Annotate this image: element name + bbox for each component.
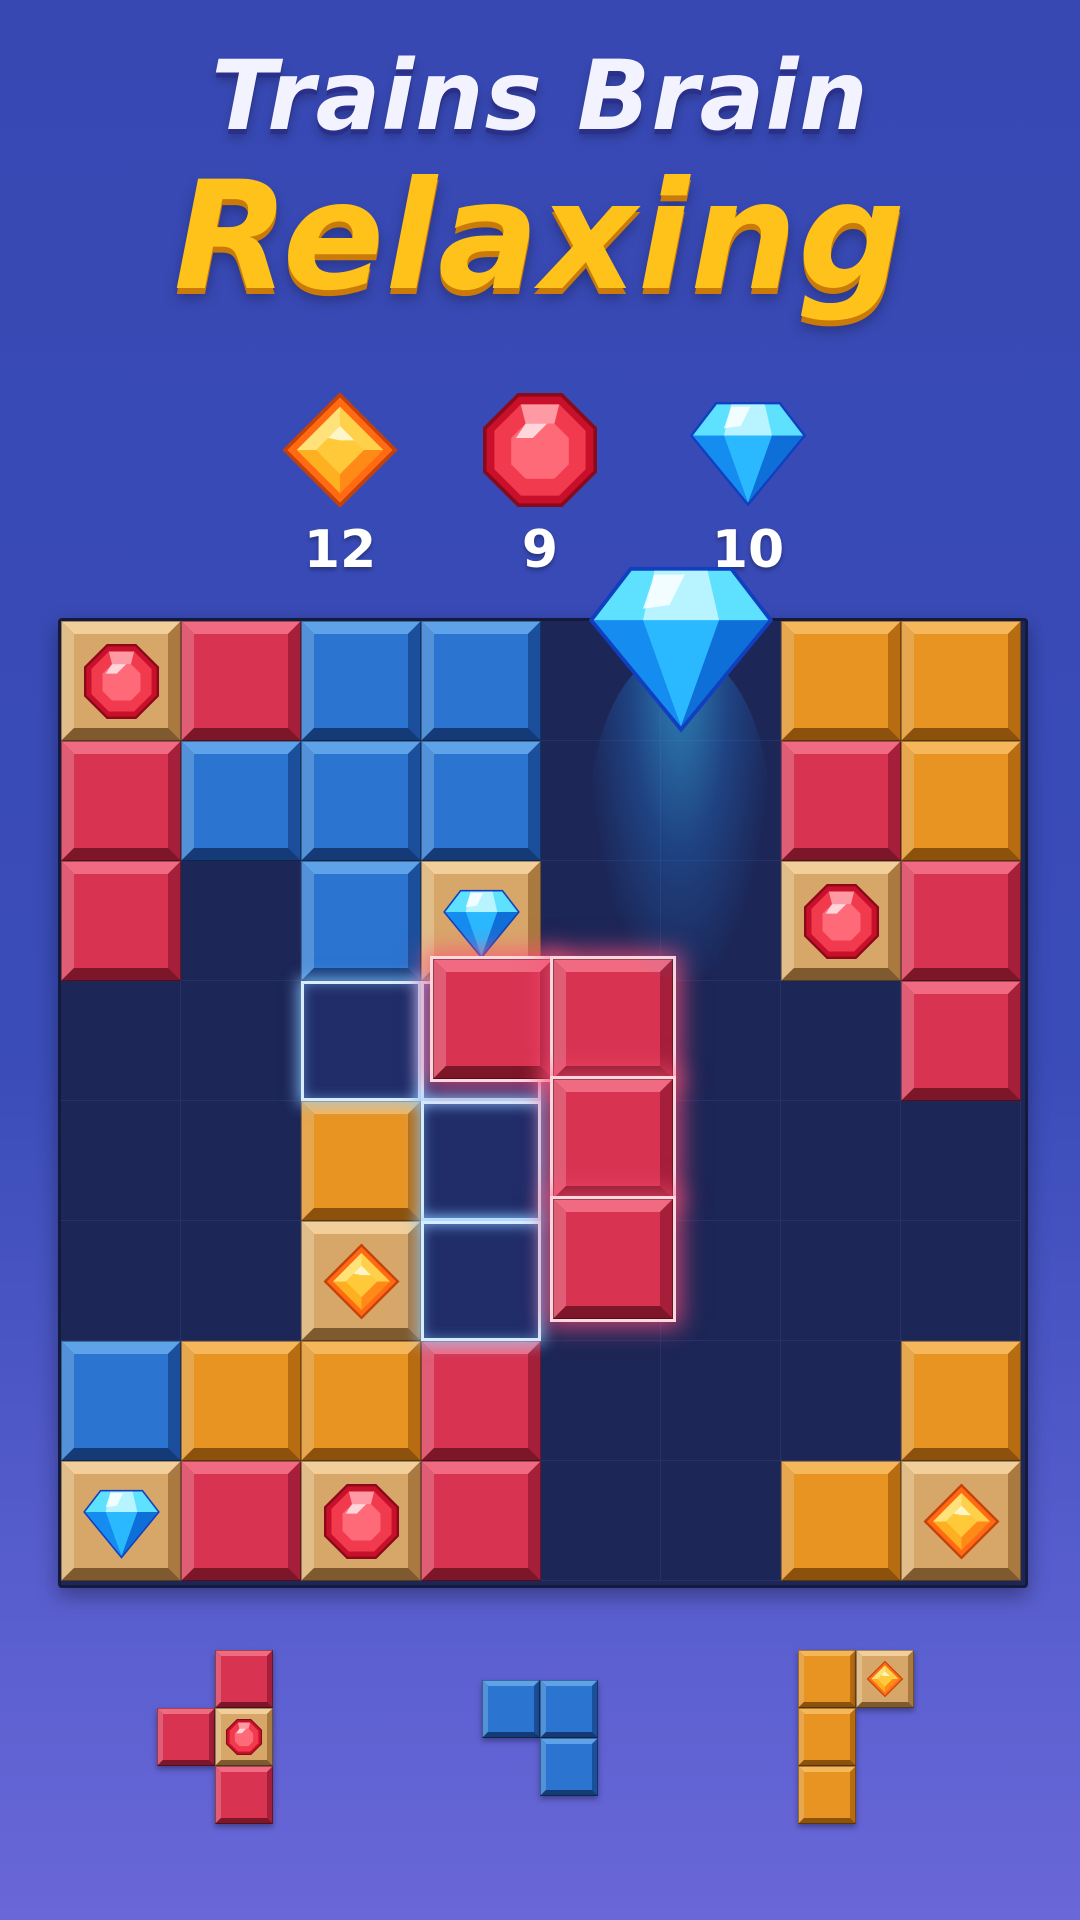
blue-block [540,1680,598,1738]
red-block [421,1461,541,1581]
board-cell[interactable] [661,1101,781,1221]
blue-diamond-icon [678,390,818,510]
orange-gem-goal: 12 [270,390,410,580]
title-line-2: Relaxing [173,150,907,324]
board-cell[interactable] [541,1341,661,1461]
blue-block [61,1341,181,1461]
collected-blue-diamond-icon [586,548,776,742]
board-cell[interactable] [61,1101,181,1221]
blue-block [301,861,421,981]
board-cell[interactable] [781,1341,901,1461]
orange-block [781,621,901,741]
placement-hint-cell [421,1221,541,1341]
board-cell[interactable] [661,1461,781,1581]
dragging-red-block[interactable] [550,1196,676,1322]
orange-block [901,1341,1021,1461]
red-block [157,1708,215,1766]
orange-block [901,621,1021,741]
placement-hint-cell [301,981,421,1101]
blue-gem-block [61,1461,181,1581]
board-cell[interactable] [181,861,301,981]
red-gem-block [781,861,901,981]
red-block [181,1461,301,1581]
red-block [61,741,181,861]
game-board[interactable] [58,618,1028,1588]
board-cell[interactable] [661,1221,781,1341]
board-cell[interactable] [661,981,781,1101]
blue-block [421,621,541,741]
board-cell[interactable] [181,1101,301,1221]
red-gem-block [215,1708,273,1766]
board-cell[interactable] [781,1221,901,1341]
orange-gem-block [901,1461,1021,1581]
board-cell[interactable] [781,1101,901,1221]
blue-block [540,1738,598,1796]
orange-block [181,1341,301,1461]
orange-gem-block [856,1650,914,1708]
orange-gem-count: 12 [303,520,377,580]
blue-block [301,621,421,741]
blue-block [482,1680,540,1738]
red-block [61,861,181,981]
board-cell[interactable] [781,981,901,1101]
board-cell[interactable] [61,981,181,1101]
board-cell[interactable] [901,1101,1021,1221]
red-gem-block [301,1461,421,1581]
dragging-red-block[interactable] [550,1076,676,1202]
orange-block [301,1341,421,1461]
board-cell[interactable] [61,1221,181,1341]
dragging-red-block[interactable] [430,956,556,1082]
orange-gem-block [301,1221,421,1341]
red-block [421,1341,541,1461]
dragging-red-block[interactable] [550,956,676,1082]
orange-block [798,1766,856,1824]
red-block [215,1650,273,1708]
orange-block [301,1101,421,1221]
blue-block [301,741,421,861]
board-cell[interactable] [661,1341,781,1461]
red-block [781,741,901,861]
red-gem-icon [470,390,610,510]
red-gem-block [61,621,181,741]
red-block [901,861,1021,981]
red-block [181,621,301,741]
orange-block [798,1708,856,1766]
board-cell[interactable] [901,1221,1021,1341]
board-cell[interactable] [541,1461,661,1581]
blue-block [421,741,541,861]
orange-block [798,1650,856,1708]
placement-hint-cell [421,1101,541,1221]
red-block [901,981,1021,1101]
orange-block [781,1461,901,1581]
board-cell[interactable] [181,1221,301,1341]
board-cell[interactable] [181,981,301,1101]
orange-diamond-icon [270,390,410,510]
title-line-1: Trains Brain [211,40,869,152]
blue-block [181,741,301,861]
red-block [215,1766,273,1824]
orange-block [901,741,1021,861]
